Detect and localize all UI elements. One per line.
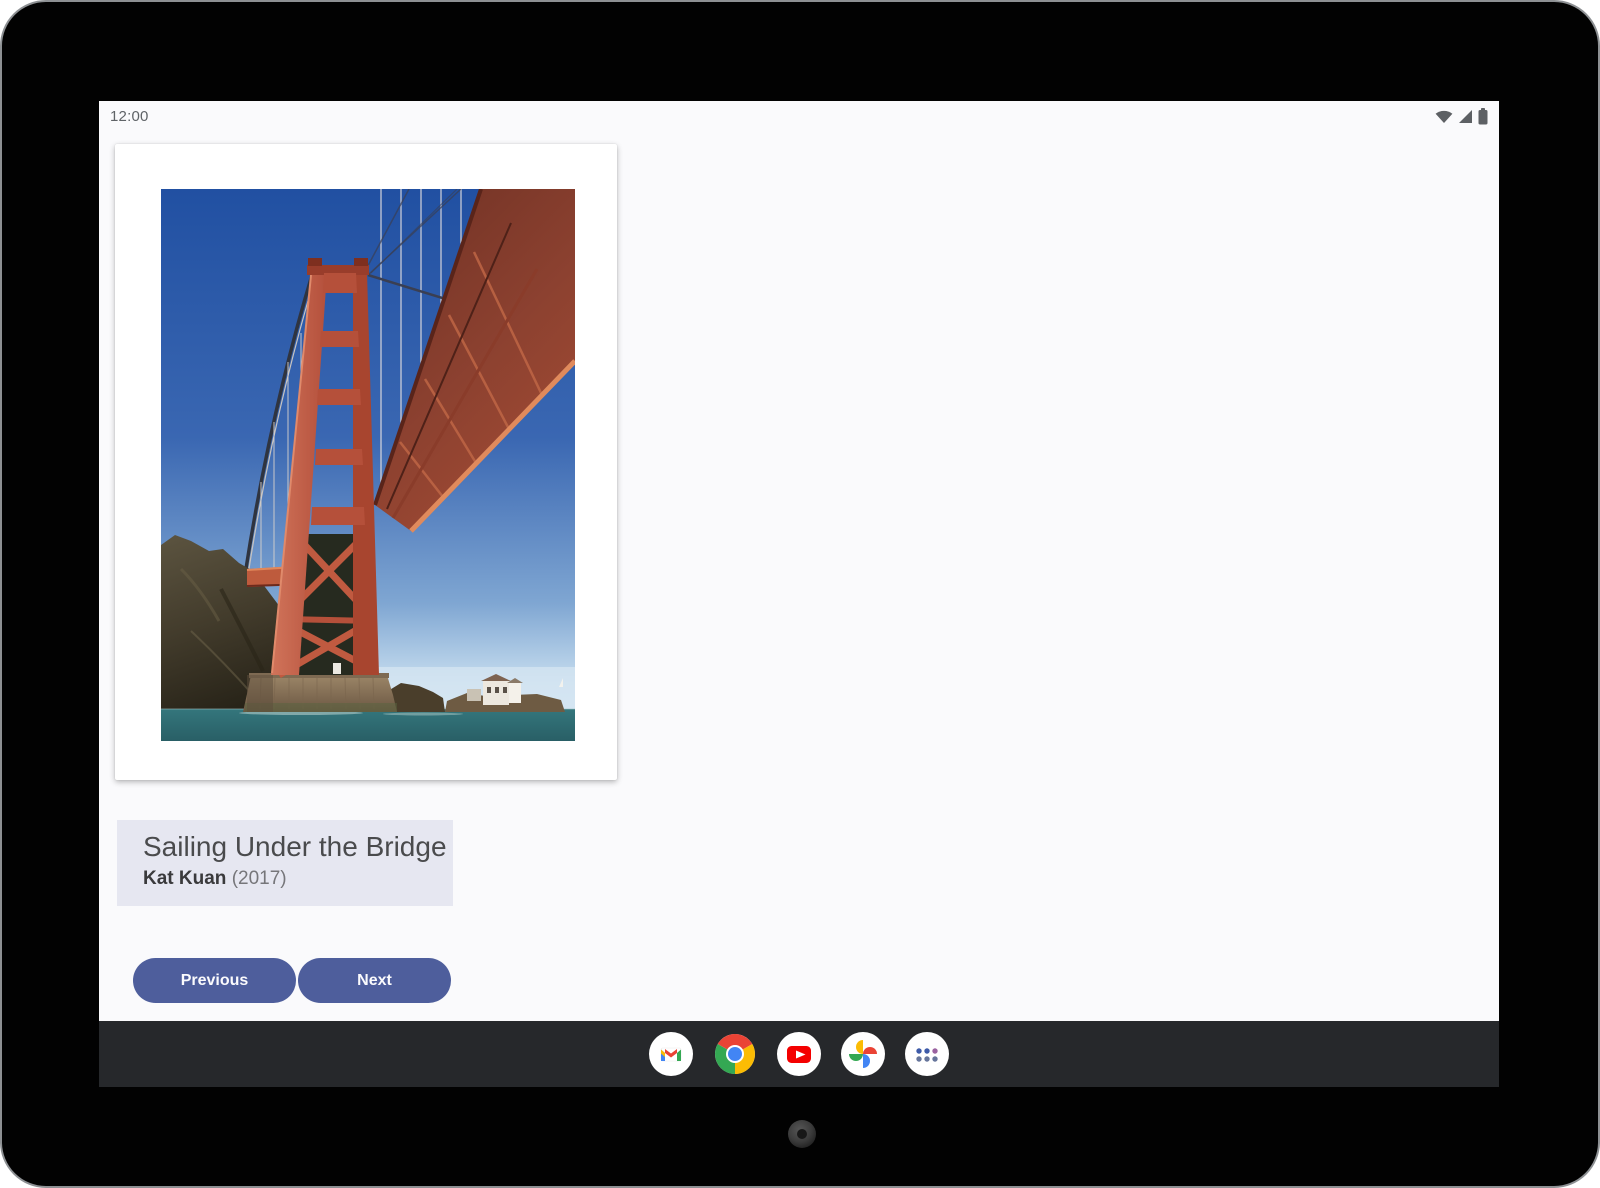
battery-icon — [1478, 108, 1488, 125]
artwork-byline: Kat Kuan (2017) — [143, 866, 453, 892]
wifi-icon — [1435, 109, 1453, 124]
artwork-artist: Kat Kuan — [143, 868, 226, 889]
status-bar: 12:00 — [99, 101, 1499, 131]
gmail-icon[interactable] — [649, 1032, 693, 1076]
chrome-icon[interactable] — [713, 1032, 757, 1076]
device-screen: 12:00 — [99, 101, 1499, 1087]
previous-button[interactable]: Previous — [133, 958, 296, 1003]
artwork-card — [115, 144, 617, 780]
nav-buttons: Previous Next — [133, 958, 451, 1003]
front-camera — [788, 1120, 816, 1148]
app-drawer-icon[interactable] — [905, 1032, 949, 1076]
golden-gate-bridge-photo — [161, 189, 575, 741]
taskbar — [99, 1021, 1499, 1087]
tablet-bezel: 12:00 — [0, 0, 1600, 1188]
artwork-title: Sailing Under the Bridge — [143, 829, 453, 865]
artwork-year: (2017) — [232, 868, 287, 889]
caption-panel: Sailing Under the Bridge Kat Kuan (2017) — [117, 820, 453, 906]
next-button[interactable]: Next — [298, 958, 451, 1003]
artwork-photo — [161, 189, 575, 741]
cellular-signal-icon — [1458, 109, 1473, 124]
youtube-icon[interactable] — [777, 1032, 821, 1076]
google-photos-icon[interactable] — [841, 1032, 885, 1076]
clock: 12:00 — [110, 108, 149, 125]
status-icons — [1435, 108, 1488, 125]
